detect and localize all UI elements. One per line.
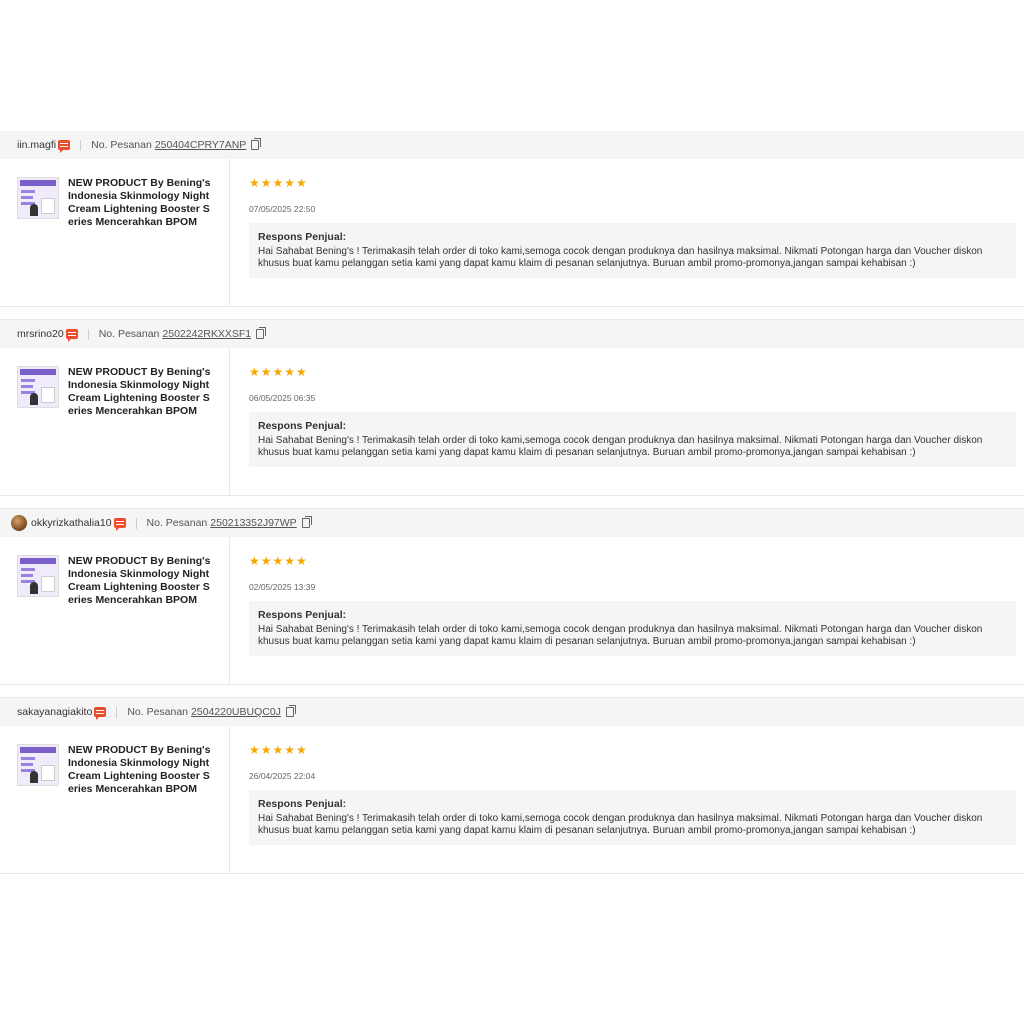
copy-icon[interactable] [285, 705, 296, 717]
username[interactable]: iin.magfi [17, 139, 56, 151]
review-header: sakayanagiakito No. Pesanan 2504220UBUQC… [0, 698, 1024, 726]
review-content: ★★★★★ 06/05/2025 06:35 Respons Penjual: … [230, 348, 1024, 495]
seller-response-text: Hai Sahabat Bening's ! Terimakasih telah… [258, 434, 983, 459]
chat-icon[interactable] [94, 707, 107, 720]
chat-icon[interactable] [65, 329, 78, 342]
seller-response: Respons Penjual: Hai Sahabat Bening's ! … [249, 223, 1016, 278]
review-header: okkyrizkathalia10 No. Pesanan 250213352J… [0, 509, 1024, 537]
review-item: mrsrino20 No. Pesanan 2502242RKXXSF1 NEW… [0, 319, 1024, 496]
copy-icon[interactable] [301, 516, 312, 528]
seller-response-text: Hai Sahabat Bening's ! Terimakasih telah… [258, 245, 983, 270]
order-label: No. Pesanan [91, 139, 152, 151]
review-header: mrsrino20 No. Pesanan 2502242RKXXSF1 [0, 320, 1024, 348]
order-number-link[interactable]: 2502242RKXXSF1 [162, 328, 251, 340]
product-thumbnail[interactable] [17, 555, 59, 597]
review-body: NEW PRODUCT By Bening's Indonesia Skinmo… [0, 726, 1024, 873]
review-content: ★★★★★ 02/05/2025 13:39 Respons Penjual: … [230, 537, 1024, 684]
order-number-link[interactable]: 250404CPRY7ANP [155, 139, 246, 151]
divider [116, 706, 118, 718]
seller-response-title: Respons Penjual: [258, 798, 347, 810]
copy-icon[interactable] [256, 327, 267, 339]
review-body: NEW PRODUCT By Bening's Indonesia Skinmo… [0, 159, 1024, 306]
copy-icon[interactable] [251, 138, 262, 150]
divider [80, 139, 82, 151]
review-header: iin.magfi No. Pesanan 250404CPRY7ANP [0, 131, 1024, 159]
username[interactable]: sakayanagiakito [17, 706, 92, 718]
seller-response-text: Hai Sahabat Bening's ! Terimakasih telah… [258, 623, 983, 648]
order-label: No. Pesanan [98, 328, 160, 340]
star-rating: ★★★★★ [249, 554, 308, 568]
star-rating: ★★★★★ [249, 743, 308, 757]
product-name[interactable]: NEW PRODUCT By Bening's Indonesia Skinmo… [68, 366, 214, 495]
order-label: No. Pesanan [146, 517, 208, 529]
review-date: 02/05/2025 13:39 [249, 582, 316, 592]
review-date: 07/05/2025 22:50 [249, 204, 316, 214]
username[interactable]: mrsrino20 [17, 328, 64, 340]
seller-response-text: Hai Sahabat Bening's ! Terimakasih telah… [258, 812, 983, 837]
seller-response-title: Respons Penjual: [258, 609, 347, 621]
divider [135, 517, 137, 529]
product-thumbnail[interactable] [17, 744, 59, 786]
product-thumbnail[interactable] [17, 177, 59, 219]
seller-response-title: Respons Penjual: [258, 420, 347, 432]
product-info[interactable]: NEW PRODUCT By Bening's Indonesia Skinmo… [0, 537, 230, 684]
review-body: NEW PRODUCT By Bening's Indonesia Skinmo… [0, 348, 1024, 495]
seller-response: Respons Penjual: Hai Sahabat Bening's ! … [249, 601, 1016, 656]
order-label: No. Pesanan [127, 706, 189, 718]
review-item: iin.magfi No. Pesanan 250404CPRY7ANP NEW… [0, 131, 1024, 307]
chat-icon[interactable] [58, 140, 71, 153]
review-date: 06/05/2025 06:35 [249, 393, 316, 403]
review-list: iin.magfi No. Pesanan 250404CPRY7ANP NEW… [0, 131, 1024, 874]
product-info[interactable]: NEW PRODUCT By Bening's Indonesia Skinmo… [0, 159, 230, 306]
product-name[interactable]: NEW PRODUCT By Bening's Indonesia Skinmo… [68, 555, 214, 684]
order-number-link[interactable]: 2504220UBUQC0J [191, 706, 281, 718]
product-info[interactable]: NEW PRODUCT By Bening's Indonesia Skinmo… [0, 726, 230, 873]
review-item: okkyrizkathalia10 No. Pesanan 250213352J… [0, 508, 1024, 685]
seller-response: Respons Penjual: Hai Sahabat Bening's ! … [249, 790, 1016, 845]
review-body: NEW PRODUCT By Bening's Indonesia Skinmo… [0, 537, 1024, 684]
product-info[interactable]: NEW PRODUCT By Bening's Indonesia Skinmo… [0, 348, 230, 495]
star-rating: ★★★★★ [249, 176, 308, 190]
seller-response-title: Respons Penjual: [258, 231, 347, 243]
seller-response: Respons Penjual: Hai Sahabat Bening's ! … [249, 412, 1016, 467]
star-rating: ★★★★★ [249, 365, 308, 379]
review-content: ★★★★★ 07/05/2025 22:50 Respons Penjual: … [230, 159, 1024, 306]
divider [87, 328, 89, 340]
chat-icon[interactable] [113, 518, 126, 531]
product-name[interactable]: NEW PRODUCT By Bening's Indonesia Skinmo… [68, 177, 214, 306]
username[interactable]: okkyrizkathalia10 [31, 517, 112, 529]
product-thumbnail[interactable] [17, 366, 59, 408]
review-item: sakayanagiakito No. Pesanan 2504220UBUQC… [0, 697, 1024, 874]
product-name[interactable]: NEW PRODUCT By Bening's Indonesia Skinmo… [68, 744, 214, 873]
review-date: 26/04/2025 22:04 [249, 771, 316, 781]
order-number-link[interactable]: 250213352J97WP [210, 517, 296, 529]
review-content: ★★★★★ 26/04/2025 22:04 Respons Penjual: … [230, 726, 1024, 873]
avatar[interactable] [11, 515, 27, 531]
